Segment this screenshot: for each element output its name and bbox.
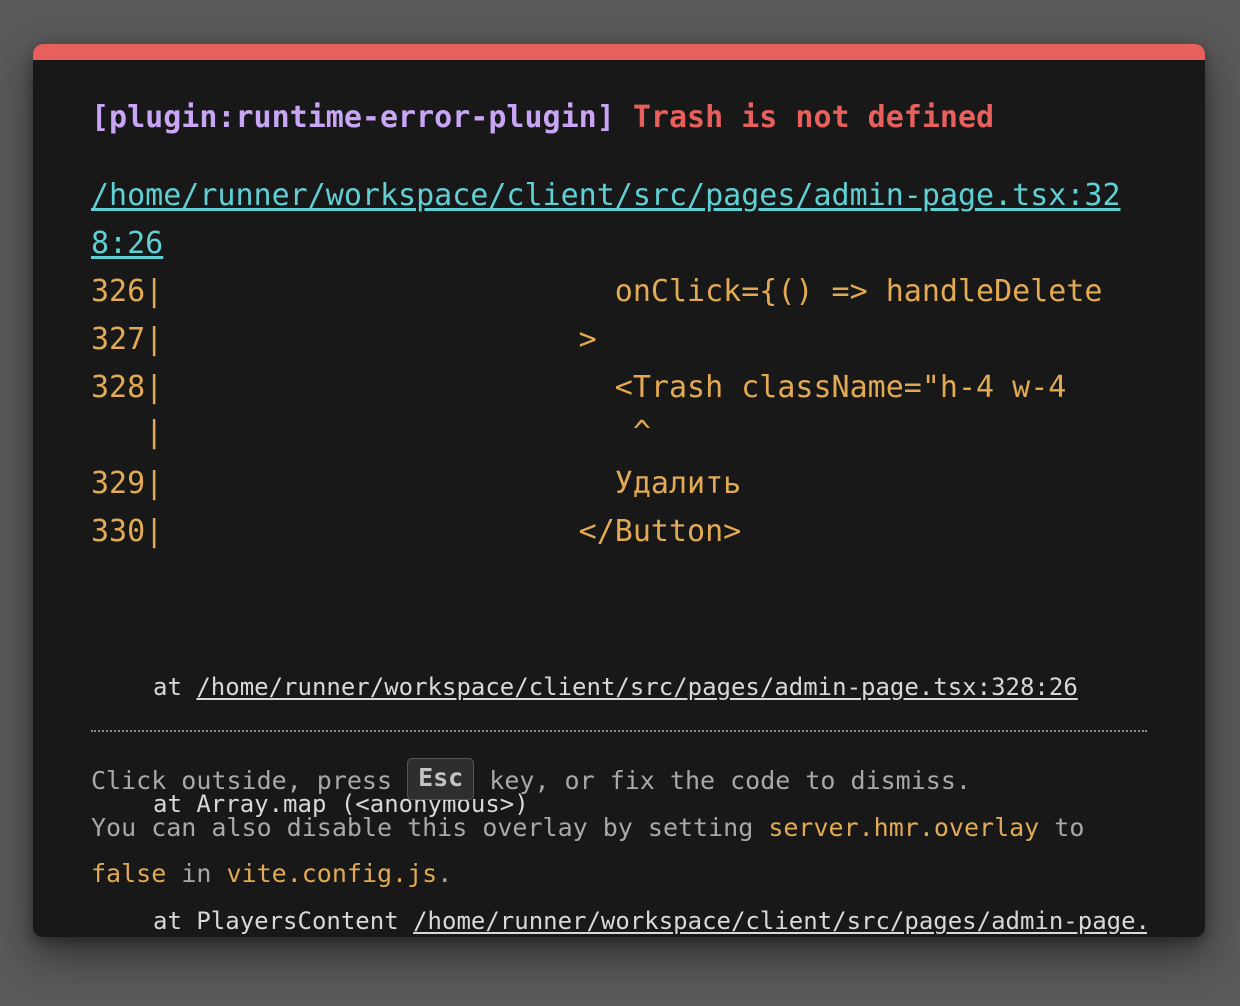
tip-text: to bbox=[1039, 812, 1085, 842]
stack-file-link[interactable]: /home/runner/workspace/client/src/pages/… bbox=[413, 907, 1147, 935]
setting-value: false bbox=[91, 859, 167, 888]
error-file-link[interactable]: /home/runner/workspace/client/src/pages/… bbox=[91, 172, 1147, 268]
stack-line: at PlayersContent /home/runner/workspace… bbox=[153, 902, 1147, 937]
plugin-name: [plugin:runtime-error-plugin] bbox=[91, 100, 615, 135]
error-text: Trash is not defined bbox=[632, 100, 995, 135]
setting-name: server.hmr.overlay bbox=[768, 812, 1040, 842]
stack-file-link[interactable]: /home/runner/workspace/client/src/pages/… bbox=[196, 673, 1077, 701]
tip-text: key, or fix the code to dismiss. bbox=[474, 766, 971, 795]
tip-text: You can also disable this overlay by set… bbox=[91, 812, 769, 842]
stack-line: at /home/runner/workspace/client/src/pag… bbox=[153, 668, 1147, 707]
code-line: 329| Удалить bbox=[91, 466, 742, 501]
tip-line: You can also disable this overlay by set… bbox=[91, 805, 1171, 852]
tip-text: in bbox=[166, 859, 227, 888]
code-line: 327| > bbox=[91, 322, 597, 357]
error-accent-bar bbox=[33, 44, 1205, 60]
tip-text: . bbox=[437, 859, 453, 888]
code-caret-line: | ^ bbox=[91, 415, 651, 450]
stack-prefix: at PlayersContent bbox=[153, 907, 414, 935]
dismiss-tip: Click outside, press Esc key, or fix the… bbox=[91, 758, 1171, 898]
code-line: 330| </Button> bbox=[91, 514, 742, 549]
config-file-name: vite.config.js bbox=[226, 859, 438, 888]
error-message: [plugin:runtime-error-plugin] Trash is n… bbox=[91, 98, 994, 138]
stack-prefix: at bbox=[153, 673, 197, 701]
code-frame: 326| onClick={() => handleDelete 327| > … bbox=[91, 268, 1147, 556]
code-line-error: 328| <Trash className="h-4 w-4 bbox=[91, 370, 1067, 405]
tip-text: Click outside, press bbox=[91, 766, 408, 795]
divider bbox=[91, 730, 1147, 732]
esc-key-badge: Esc bbox=[407, 758, 475, 800]
tip-line: false in vite.config.js. bbox=[91, 851, 1171, 898]
tip-line: Click outside, press Esc key, or fix the… bbox=[91, 758, 1171, 805]
code-line: 326| onClick={() => handleDelete bbox=[91, 274, 1103, 309]
error-overlay-window: [plugin:runtime-error-plugin] Trash is n… bbox=[33, 44, 1205, 937]
